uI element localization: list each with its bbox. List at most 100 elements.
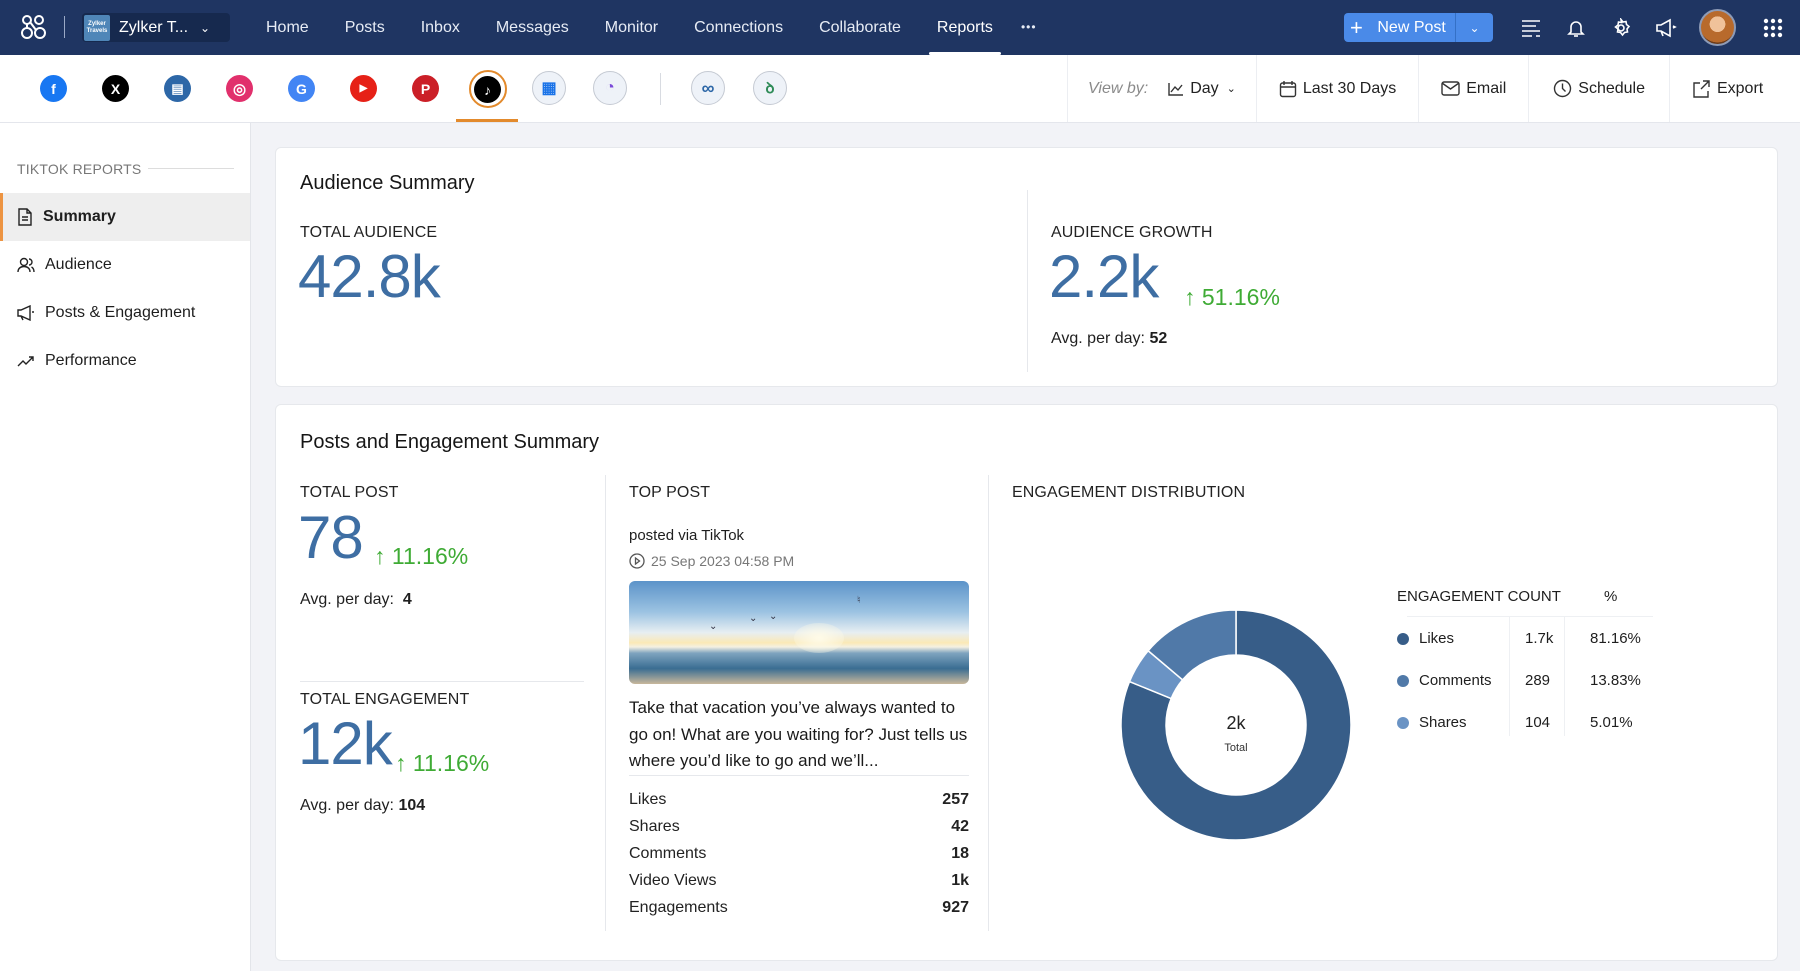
bell-icon[interactable]: [1563, 15, 1589, 41]
sidebar-item-audience[interactable]: Audience: [0, 241, 250, 289]
sidebar-item-summary[interactable]: Summary: [0, 193, 250, 241]
avg-label: Avg. per day:: [1051, 330, 1145, 347]
total-post-label: TOTAL POST: [300, 484, 399, 501]
stat-row-engagements: Engagements 927: [629, 899, 969, 917]
stat-value: 18: [951, 845, 969, 862]
chevron-down-icon: ⌄: [1226, 83, 1236, 95]
bird: ⌄: [709, 621, 718, 632]
apps-grid-icon[interactable]: [1760, 15, 1786, 41]
top-post-label: TOP POST: [629, 484, 711, 501]
zoho-link-icon[interactable]: ∞: [691, 71, 725, 105]
sidebar: TIKTOK REPORTS Summary Audience Posts & …: [0, 123, 251, 971]
zoho-other-icon[interactable]: ꝺ: [753, 71, 787, 105]
brand-switcher[interactable]: Zylker Travels Zylker T... ⌄: [82, 13, 230, 42]
nav-connections[interactable]: Connections: [676, 0, 801, 55]
donut-center-value: 2k: [1226, 713, 1246, 733]
nav-messages[interactable]: Messages: [478, 0, 587, 55]
posted-via: posted via TikTok: [629, 527, 745, 544]
mail-icon: [1441, 81, 1460, 96]
facebook-icon[interactable]: f: [40, 75, 67, 102]
megaphone-icon: [17, 305, 34, 321]
new-post-button[interactable]: + New Post ⌄: [1344, 13, 1493, 42]
calendar-icon: [1279, 80, 1297, 97]
pinterest-icon[interactable]: P: [412, 75, 439, 102]
arrow-up-icon: ↑: [395, 750, 413, 776]
tiktok-icon[interactable]: ♪: [474, 76, 501, 103]
divider: [148, 168, 234, 169]
arrow-up-icon: ↑: [1184, 284, 1202, 310]
legend-label: Shares: [1419, 714, 1467, 731]
divider: [300, 681, 584, 682]
date-range-label: Last 30 Days: [1302, 79, 1397, 97]
stat-label: Comments: [629, 845, 707, 862]
divider: [629, 775, 969, 776]
plus-icon: +: [1350, 14, 1363, 40]
top-post-caption[interactable]: Take that vacation you’ve always wanted …: [629, 695, 969, 775]
sidebar-item-label: Audience: [45, 256, 112, 273]
view-by-control[interactable]: View by: Day ⌄: [1067, 55, 1256, 122]
nav-inbox[interactable]: Inbox: [403, 0, 478, 55]
divider: [1509, 616, 1510, 736]
app-logo-icon[interactable]: [18, 12, 48, 42]
youtube-icon[interactable]: ▶: [350, 75, 377, 102]
divider: [1407, 616, 1653, 617]
bird: ⌄: [749, 613, 758, 624]
nav-collaborate[interactable]: Collaborate: [801, 0, 919, 55]
card-title: Audience Summary: [300, 172, 475, 194]
stat-value: 927: [942, 899, 969, 916]
divider: [605, 475, 606, 931]
nav-posts[interactable]: Posts: [327, 0, 403, 55]
divider: [1564, 616, 1565, 736]
top-post-image[interactable]: ⌄ ⌄ ⌄ ♮: [629, 581, 969, 684]
legend-dot-comments: [1397, 675, 1409, 687]
audience-growth-label: AUDIENCE GROWTH: [1051, 224, 1213, 241]
instagram-icon[interactable]: ◎: [226, 75, 253, 102]
email-button[interactable]: Email: [1418, 55, 1528, 122]
trend-up-icon: [17, 356, 34, 367]
total-engagement-label: TOTAL ENGAGEMENT: [300, 691, 470, 708]
stat-value: 257: [942, 791, 969, 808]
sun: [794, 623, 844, 653]
legend-dot-shares: [1397, 717, 1409, 729]
sidebar-item-performance[interactable]: Performance: [0, 337, 250, 385]
x-icon[interactable]: X: [102, 75, 129, 102]
total-audience-label: TOTAL AUDIENCE: [300, 224, 438, 241]
google-business-icon[interactable]: ▦: [532, 71, 566, 105]
export-button[interactable]: Export: [1668, 55, 1785, 122]
stat-label: Likes: [629, 791, 667, 808]
legend-count: 289: [1525, 672, 1551, 689]
more-nav-button[interactable]: •••: [1011, 0, 1047, 55]
feed-icon[interactable]: [1518, 15, 1544, 41]
divider: [660, 73, 661, 105]
chevron-down-icon: ⌄: [200, 20, 211, 35]
donut-center-label: Total: [1224, 742, 1247, 754]
legend-percent: 81.16%: [1590, 630, 1641, 647]
divider: [988, 475, 989, 931]
sidebar-item-label: Summary: [43, 208, 116, 225]
nav-home[interactable]: Home: [248, 0, 327, 55]
avatar[interactable]: [1699, 9, 1736, 46]
stat-row-video-views: Video Views 1k: [629, 872, 969, 890]
schedule-label: Schedule: [1578, 79, 1645, 97]
stat-row-likes: Likes 257: [629, 791, 969, 809]
channel-bar: f X ▤ ◎ G ▶ P ♪ ▦ ◔ ∞ ꝺ View by: Day ⌄ L…: [0, 55, 1800, 123]
sidebar-item-posts-engagement[interactable]: Posts & Engagement: [0, 289, 250, 337]
schedule-button[interactable]: Schedule: [1528, 55, 1669, 122]
delta-value: 11.16%: [391, 543, 469, 569]
nav-reports[interactable]: Reports: [919, 0, 1011, 55]
new-post-dropdown[interactable]: ⌄: [1455, 13, 1493, 42]
megaphone-icon[interactable]: [1653, 15, 1679, 41]
stat-row-comments: Comments 18: [629, 845, 969, 863]
total-audience-value: 42.8k: [298, 243, 441, 310]
arrow-up-icon: ↑: [374, 543, 392, 569]
delta-value: 51.16%: [1201, 284, 1280, 310]
legend-percent: 5.01%: [1590, 714, 1633, 731]
gear-icon[interactable]: [1608, 15, 1634, 41]
brand-logo: Zylker Travels: [84, 14, 110, 41]
zoho-clock-icon[interactable]: ◔: [593, 71, 627, 105]
linkedin-pages-icon[interactable]: ▤: [164, 75, 191, 102]
nav-monitor[interactable]: Monitor: [587, 0, 676, 55]
clock-icon: [1554, 79, 1572, 98]
google-icon[interactable]: G: [288, 75, 315, 102]
date-range-button[interactable]: Last 30 Days: [1255, 55, 1418, 122]
